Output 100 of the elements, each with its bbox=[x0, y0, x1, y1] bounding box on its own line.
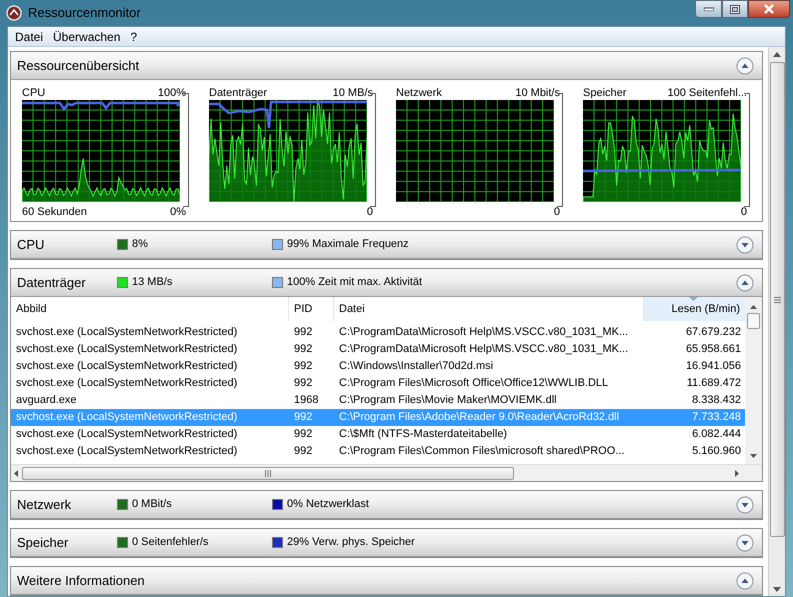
menu-item[interactable]: Überwachen bbox=[49, 28, 124, 46]
menu-item[interactable]: Datei bbox=[11, 28, 48, 46]
table-row[interactable]: svchost.exe (LocalSystemNetworkRestricted) 992 C:\ProgramData\Microsoft Help\MS.VSCC.v80_1031_MK... 65.958.661 bbox=[11, 341, 745, 358]
scroll-down-icon[interactable] bbox=[750, 454, 757, 458]
table-cell-text: svchost.exe (LocalSystemNetworkRestricted) bbox=[15, 359, 238, 374]
table-row[interactable]: svchost.exe (LocalSystemNetworkRestricted) 992 C:\Windows\Installer\70d2d.msi 16.941.056 bbox=[11, 358, 745, 375]
table-cell-text: 5.160.960 bbox=[691, 444, 742, 460]
graph-scale-max: 100% bbox=[158, 86, 186, 100]
collapse-icon[interactable] bbox=[736, 56, 754, 74]
graph-scale-max: 10 Mbit/s bbox=[515, 86, 560, 100]
scrollbar[interactable] bbox=[768, 47, 785, 596]
graph-scale-max: 100 Seitenfehl... bbox=[667, 86, 747, 100]
legend-text: 0 MBit/s bbox=[132, 497, 173, 512]
scroll-up-icon[interactable] bbox=[773, 52, 781, 57]
section-title: Netzwerk bbox=[17, 496, 72, 512]
legend-text: 29% Verw. phys. Speicher bbox=[287, 535, 415, 550]
graph-time-span: 60 Sekunden bbox=[22, 205, 87, 219]
table-cell-text: svchost.exe (LocalSystemNetworkRestricted) bbox=[15, 410, 238, 426]
section-title: Datenträger bbox=[17, 274, 87, 290]
table-cell-text: 1968 bbox=[293, 393, 320, 408]
collapse-icon[interactable] bbox=[736, 274, 754, 292]
scroll-up-icon[interactable] bbox=[750, 305, 757, 309]
window-title: Ressourcenmonitor bbox=[28, 4, 141, 22]
table-cell-text: C:\Program Files\Adobe\Reader 9.0\Reader\AcroRd32.dll bbox=[338, 410, 620, 426]
menu-item[interactable]: ? bbox=[126, 28, 142, 46]
table-cell-text: C:\$Mft (NTFS-Masterdateitabelle) bbox=[338, 427, 508, 442]
table-row[interactable]: svchost.exe (LocalSystemNetworkRestricted) 992 C:\$Mft (NTFS-Masterdateitabelle) 6.082.444 bbox=[11, 426, 745, 443]
table-cell-text: C:\Program Files\Microsoft Office\Office12\WWLIB.DLL bbox=[338, 376, 610, 392]
table-cell-text: 6.082.444 bbox=[691, 427, 742, 442]
table-cell-text: 16.941.056 bbox=[684, 359, 742, 374]
table-cell-text: C:\ProgramData\Microsoft Help\MS.VSCC.v80_1031_MK... bbox=[338, 325, 630, 340]
grip-icon bbox=[265, 470, 271, 476]
table-cell-text: C:\Program Files\Movie Maker\MOVIEMK.dll bbox=[338, 393, 558, 408]
graph-scale-min: 0 bbox=[366, 205, 373, 219]
table-cell-text: 992 bbox=[293, 427, 314, 442]
legend-text: 99% Maximale Frequenz bbox=[287, 237, 409, 252]
table-cell-text: C:\Windows\Installer\70d2d.msi bbox=[338, 359, 494, 374]
grip-icon bbox=[774, 296, 780, 302]
legend-text: 0% Netzwerklast bbox=[287, 497, 369, 512]
table-row[interactable]: svchost.exe (LocalSystemNetworkRestricted) 992 C:\Program Files\Microsoft Office\Office12\WWLIB.DLL 11.689.472 bbox=[11, 375, 745, 392]
section-header[interactable]: Weitere Informationen bbox=[11, 567, 762, 595]
section-header[interactable]: Datenträger 13 MB/s 100% Zeit mit max. Aktivität bbox=[11, 269, 762, 297]
table-row[interactable]: svchost.exe (LocalSystemNetworkRestricted) 992 C:\ProgramData\Microsoft Help\MS.VSCC.v80_1031_MK... 67.679.232 bbox=[11, 324, 745, 341]
expand-icon[interactable] bbox=[736, 496, 754, 514]
scrollbar[interactable] bbox=[745, 297, 762, 464]
section-header[interactable]: Netzwerk 0 MBit/s 0% Netzwerklast bbox=[11, 491, 762, 519]
close-icon bbox=[763, 4, 775, 14]
maximize-icon bbox=[730, 4, 740, 14]
minimize-icon bbox=[704, 7, 714, 11]
graph-label: Netzwerk bbox=[396, 86, 442, 100]
expand-icon[interactable] bbox=[736, 534, 754, 552]
section-header[interactable]: Ressourcenübersicht bbox=[11, 52, 762, 80]
legend-text: 13 MB/s bbox=[132, 275, 174, 290]
legend-text: 8% bbox=[132, 237, 149, 252]
table-cell-text: avguard.exe bbox=[15, 393, 78, 408]
graph-scale-max: 10 MB/s bbox=[332, 86, 373, 100]
table-row[interactable]: avguard.exe 1968 C:\Program Files\Movie Maker\MOVIEMK.dll 8.338.432 bbox=[11, 392, 745, 409]
section-title: Weitere Informationen bbox=[17, 572, 145, 588]
sort-arrow-icon bbox=[689, 297, 698, 301]
table-cell-text: svchost.exe (LocalSystemNetworkRestricted) bbox=[15, 342, 238, 358]
column-header[interactable]: PID bbox=[289, 297, 334, 321]
section-title: CPU bbox=[17, 236, 46, 252]
table-cell-text: 992 bbox=[293, 410, 314, 426]
scroll-left-icon[interactable] bbox=[14, 470, 18, 476]
close-button[interactable] bbox=[748, 0, 790, 18]
legend-text: 100% Zeit mit max. Aktivität bbox=[287, 275, 422, 290]
table-cell-text: 65.958.661 bbox=[684, 342, 742, 358]
collapse-icon[interactable] bbox=[736, 572, 754, 590]
table-cell-text: svchost.exe (LocalSystemNetworkRestricted) bbox=[15, 376, 238, 392]
table-cell-text: 992 bbox=[293, 444, 314, 460]
scrollbar-thumb[interactable] bbox=[770, 62, 784, 537]
table-cell-text: 67.679.232 bbox=[684, 325, 742, 340]
column-header[interactable]: Abbild bbox=[11, 297, 289, 321]
column-header[interactable]: Lesen (B/min) bbox=[644, 297, 745, 321]
scroll-right-icon[interactable] bbox=[735, 470, 739, 476]
graph-scale-min: 0 bbox=[554, 205, 560, 219]
maximize-button[interactable] bbox=[722, 0, 748, 18]
table-cell-text: C:\Program Files\Common Files\microsoft shared\PROO... bbox=[338, 444, 626, 460]
section-header[interactable]: Speicher 0 Seitenfehler/s 29% Verw. phys. Speicher bbox=[11, 529, 762, 557]
table-row[interactable]: svchost.exe (LocalSystemNetworkRestricted) 992 C:\Program Files\Common Files\microsoft shared\PROO... 5.160.960 bbox=[11, 443, 745, 460]
scrollbar[interactable] bbox=[11, 464, 762, 481]
table-cell-text: 7.733.248 bbox=[691, 410, 742, 426]
graph-label: Speicher bbox=[583, 86, 626, 100]
section-title: Speicher bbox=[17, 534, 70, 550]
scrollbar-thumb[interactable] bbox=[22, 466, 514, 480]
expand-icon[interactable] bbox=[736, 236, 754, 254]
minimize-button[interactable] bbox=[695, 0, 722, 18]
graph-label: Datenträger bbox=[209, 86, 268, 100]
scrollbar-thumb[interactable] bbox=[747, 313, 760, 329]
app-icon bbox=[6, 5, 22, 21]
table-cell-text: 11.689.472 bbox=[686, 376, 742, 392]
table-cell-text: C:\ProgramData\Microsoft Help\MS.VSCC.v80_1031_MK... bbox=[338, 342, 630, 358]
table-cell-text: svchost.exe (LocalSystemNetworkRestricted) bbox=[15, 444, 238, 460]
table-cell-text: 992 bbox=[293, 342, 314, 358]
section-header[interactable]: CPU 8% 99% Maximale Frequenz bbox=[11, 231, 762, 259]
table-cell-text: svchost.exe (LocalSystemNetworkRestricted) bbox=[15, 325, 238, 340]
table-cell-text: 992 bbox=[293, 376, 314, 392]
graph-label: CPU bbox=[22, 86, 46, 100]
column-header[interactable]: Datei bbox=[334, 297, 644, 321]
scroll-down-icon[interactable] bbox=[773, 587, 781, 592]
